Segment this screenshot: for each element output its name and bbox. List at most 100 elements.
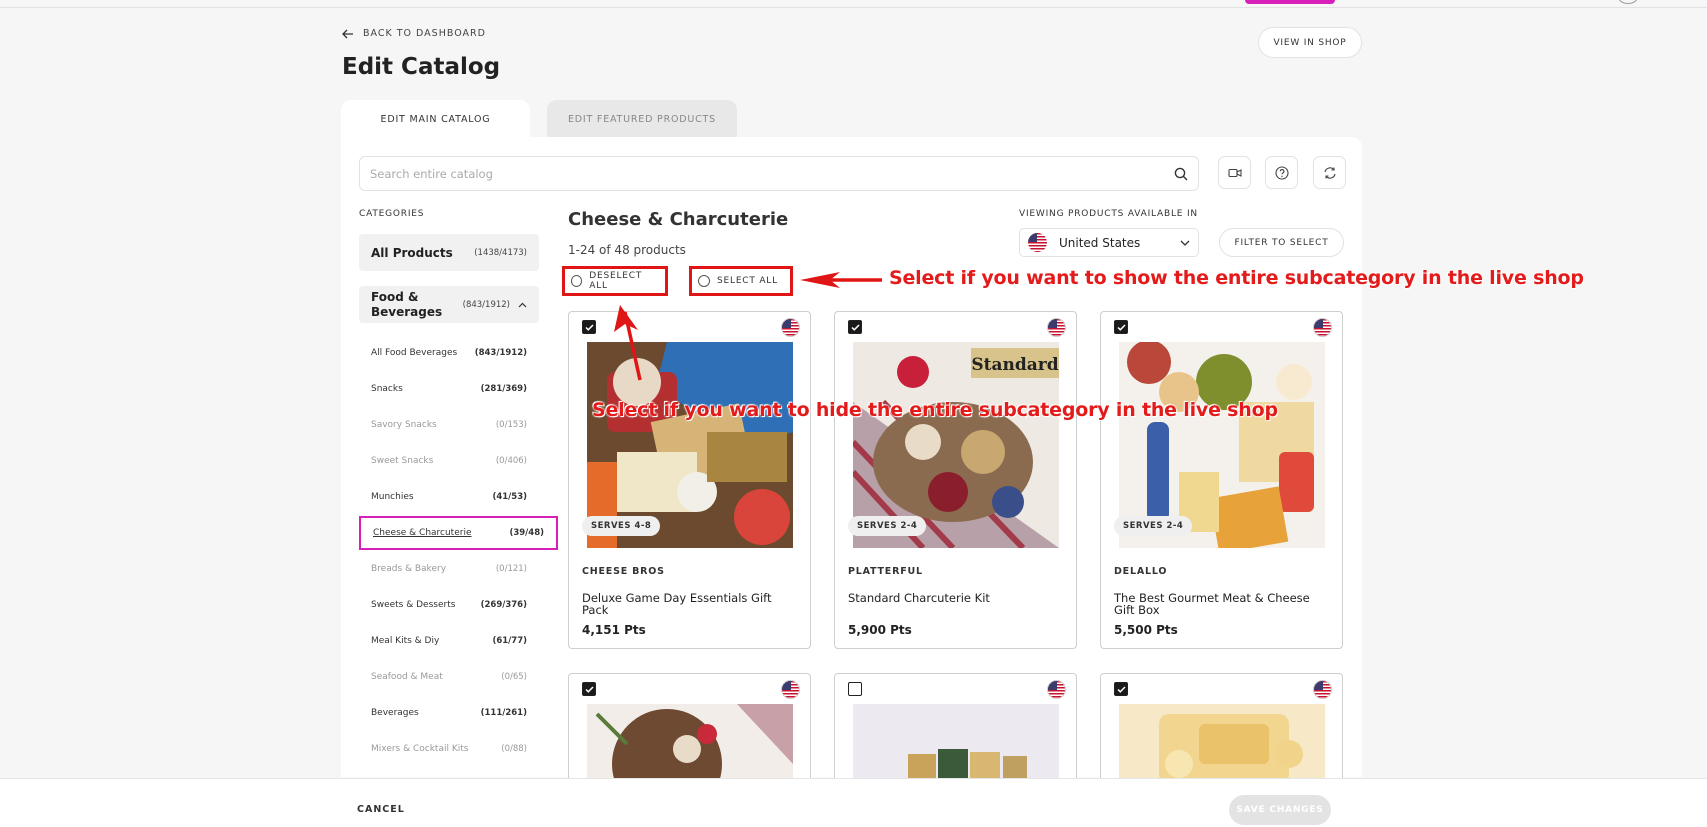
categories-heading: CATEGORIES: [359, 209, 425, 219]
tab-edit-featured-products[interactable]: EDIT FEATURED PRODUCTS: [547, 100, 737, 138]
subcategory-label: Sweets & Desserts: [371, 600, 456, 610]
search-placeholder: Search entire catalog: [370, 166, 493, 181]
subcategory-all-food-beverages[interactable]: All Food Beverages (843/1912): [359, 341, 539, 365]
subcategory-label: Mixers & Cocktail Kits: [371, 744, 469, 754]
product-name: Deluxe Game Day Essentials Gift Pack: [582, 591, 772, 617]
chevron-up-icon[interactable]: [518, 302, 527, 308]
header-pink-tab[interactable]: [1245, 0, 1335, 4]
us-flag-icon: [1047, 318, 1066, 337]
refresh-icon: [1323, 166, 1336, 179]
subcategory-count: (0/153): [495, 420, 527, 430]
product-card[interactable]: [834, 673, 1077, 793]
us-flag-icon: [781, 680, 800, 699]
box-label: Standard: [971, 355, 1058, 375]
subcategory-munchies[interactable]: Munchies (41/53): [359, 485, 539, 509]
category-food-beverages[interactable]: Food & Beverages (843/1912): [359, 286, 539, 323]
category-count: (843/1912): [462, 299, 510, 310]
subcategory-label: Munchies: [371, 492, 414, 502]
product-image: [1119, 704, 1325, 784]
category-label: All Products: [371, 245, 453, 260]
annotation-select-all: Select if you want to show the entire su…: [889, 267, 1584, 289]
subcategory-label: Meal Kits & Diy: [371, 636, 440, 646]
subcategory-beverages[interactable]: Beverages (111/261): [359, 701, 539, 725]
annotation-deselect-all: Select if you want to hide the entire su…: [592, 399, 1278, 421]
refresh-button[interactable]: [1313, 156, 1346, 189]
subcategory-count: (0/406): [495, 456, 527, 466]
tab-edit-main-catalog[interactable]: EDIT MAIN CATALOG: [341, 100, 530, 138]
subcategory-sweet-snacks[interactable]: Sweet Snacks (0/406): [359, 449, 539, 473]
product-checkbox[interactable]: [1114, 320, 1128, 334]
subcategory-count: (0/121): [495, 564, 527, 574]
subcategory-title: Cheese & Charcuterie: [568, 209, 789, 230]
search-input[interactable]: Search entire catalog: [359, 156, 1199, 191]
view-in-shop-button[interactable]: VIEW IN SHOP: [1258, 27, 1362, 58]
subcategory-count: (61/77): [492, 636, 527, 646]
subcategory-count: (269/376): [480, 600, 527, 610]
country-select[interactable]: United States: [1019, 228, 1199, 257]
product-checkbox[interactable]: [582, 682, 596, 696]
subcategory-label: Cheese & Charcuterie: [373, 528, 472, 538]
category-all-products[interactable]: All Products (1438/4173): [359, 234, 539, 271]
subcategory-label: All Food Beverages: [371, 348, 458, 358]
subcategory-sweets-desserts[interactable]: Sweets & Desserts (269/376): [359, 593, 539, 617]
subcategory-label: Seafood & Meat: [371, 672, 443, 682]
page-title: Edit Catalog: [342, 54, 501, 80]
subcategory-count: (843/1912): [474, 348, 527, 358]
product-name: The Best Gourmet Meat & Cheese Gift Box: [1114, 591, 1310, 617]
subcategory-breads-bakery[interactable]: Breads & Bakery (0/121): [359, 557, 539, 581]
serves-badge: SERVES 2-4: [848, 516, 927, 536]
subcategory-count: (281/369): [480, 384, 527, 394]
subcategory-label: Savory Snacks: [371, 420, 437, 430]
subcategory-count: (111/261): [480, 708, 527, 718]
filter-to-select-button[interactable]: FILTER TO SELECT: [1219, 228, 1344, 257]
country-label: United States: [1059, 235, 1141, 250]
top-divider: [0, 7, 1707, 8]
back-label: BACK TO DASHBOARD: [363, 28, 486, 39]
subcategory-count: (0/65): [501, 672, 527, 682]
back-to-dashboard-link[interactable]: BACK TO DASHBOARD: [342, 28, 486, 39]
subcategory-meal-kits-diy[interactable]: Meal Kits & Diy (61/77): [359, 629, 539, 653]
us-flag-icon: [1313, 680, 1332, 699]
product-name: Standard Charcuterie Kit: [848, 591, 990, 605]
subcategory-cheese-charcuterie[interactable]: Cheese & Charcuterie (39/48): [359, 516, 558, 550]
product-count: 1-24 of 48 products: [568, 243, 686, 257]
product-points: 5,500 Pts: [1114, 623, 1178, 637]
save-changes-button[interactable]: SAVE CHANGES: [1229, 795, 1331, 825]
subcategory-label: Beverages: [371, 708, 419, 718]
avatar[interactable]: [1618, 0, 1638, 4]
subcategory-snacks[interactable]: Snacks (281/369): [359, 377, 539, 401]
product-points: 5,900 Pts: [848, 623, 912, 637]
chevron-down-icon: [1180, 240, 1190, 246]
search-icon[interactable]: [1174, 167, 1188, 181]
video-camera-icon: [1227, 168, 1242, 177]
help-button[interactable]: [1265, 156, 1298, 189]
help-circle-icon: [1274, 165, 1289, 180]
video-button[interactable]: [1218, 156, 1251, 189]
product-image: [587, 704, 793, 784]
footer-bar: [0, 778, 1707, 827]
us-flag-icon: [1028, 233, 1047, 252]
radio-icon: [571, 275, 583, 287]
subcategory-count: (0/88): [501, 744, 527, 754]
viewing-label: VIEWING PRODUCTS AVAILABLE IN: [1019, 209, 1198, 219]
product-checkbox[interactable]: [582, 320, 596, 334]
us-flag-icon: [1313, 318, 1332, 337]
subcategory-count: (39/48): [509, 528, 544, 538]
product-checkbox[interactable]: [848, 682, 862, 696]
annotation-arrows: [614, 272, 882, 381]
subcategory-seafood-meat[interactable]: Seafood & Meat (0/65): [359, 665, 539, 689]
subcategory-savory-snacks[interactable]: Savory Snacks (0/153): [359, 413, 539, 437]
category-label: Food & Beverages: [371, 289, 443, 319]
product-checkbox[interactable]: [1114, 682, 1128, 696]
subcategory-label: Breads & Bakery: [371, 564, 447, 574]
product-image: [853, 704, 1059, 784]
product-card[interactable]: [568, 673, 811, 793]
product-card[interactable]: SERVES 2-4 DELALLO The Best Gourmet Meat…: [1100, 311, 1343, 649]
cancel-button[interactable]: CANCEL: [357, 804, 405, 815]
product-card[interactable]: [1100, 673, 1343, 793]
subcategory-mixers-cocktail-kits[interactable]: Mixers & Cocktail Kits (0/88): [359, 737, 539, 761]
product-brand: DELALLO: [1114, 566, 1168, 577]
serves-badge: SERVES 4-8: [582, 516, 661, 536]
subcategory-label: Snacks: [371, 384, 403, 394]
product-points: 4,151 Pts: [582, 623, 646, 637]
